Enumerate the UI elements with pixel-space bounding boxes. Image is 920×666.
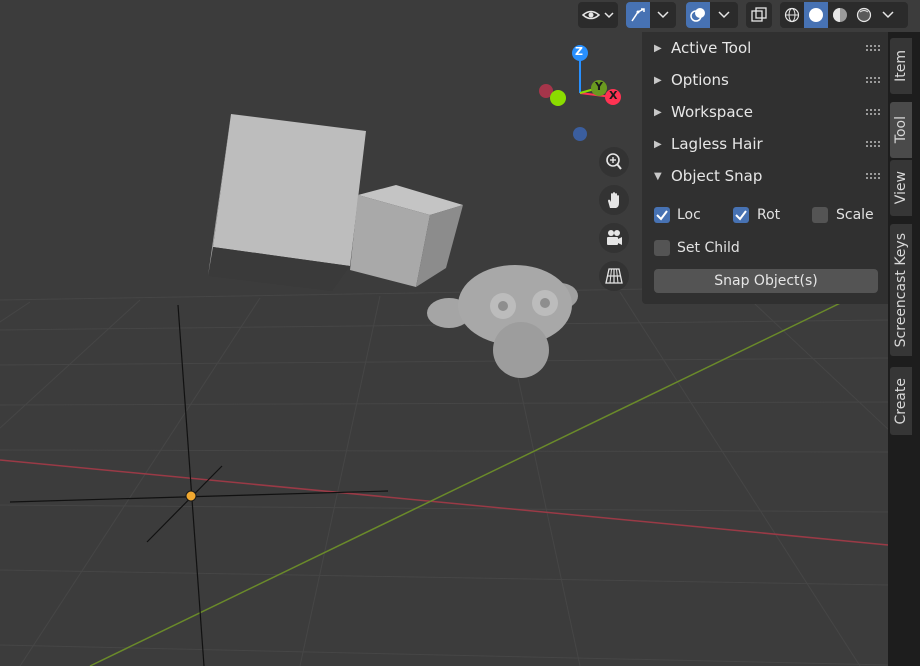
drag-grip-icon[interactable] [866, 139, 880, 149]
xray-toggle[interactable] [746, 2, 772, 28]
expanded-arrow-icon: ▼ [654, 170, 662, 182]
solid-sphere-icon [809, 8, 823, 22]
axis-label-z[interactable]: Z [575, 45, 583, 58]
camera-icon [607, 230, 622, 245]
rot-label[interactable]: Rot [757, 207, 780, 223]
material-sphere-icon [833, 8, 847, 22]
axis-label-x[interactable]: X [609, 89, 617, 102]
shading-material-button[interactable] [828, 2, 852, 28]
tab-tool[interactable]: Tool [890, 102, 912, 158]
panel-header-label: Options [671, 71, 729, 89]
checkmark-icon [656, 210, 668, 221]
collapsed-arrow-icon: ▶ [654, 42, 662, 54]
rot-checkbox[interactable] [733, 207, 749, 223]
panel-header-options[interactable]: ▶ Options [642, 64, 888, 96]
overlay-icon [690, 8, 705, 22]
zoom-button[interactable] [599, 147, 629, 177]
loc-checkbox[interactable] [654, 207, 670, 223]
shading-mode-group [780, 2, 908, 28]
gizmo-icon [631, 8, 645, 22]
large-cube [208, 114, 366, 291]
collapsed-arrow-icon: ▶ [654, 74, 662, 86]
sidebar-panel: ▶ Active Tool ▶ Options ▶ Workspace ▶ La… [642, 32, 888, 304]
drag-grip-icon[interactable] [866, 43, 880, 53]
panel-header-label: Lagless Hair [671, 135, 763, 153]
set-child-checkbox[interactable] [654, 240, 670, 256]
panel-header-label: Active Tool [671, 39, 752, 57]
loc-label[interactable]: Loc [677, 207, 701, 223]
panel-header-workspace[interactable]: ▶ Workspace [642, 96, 888, 128]
panel-header-lagless-hair[interactable]: ▶ Lagless Hair [642, 128, 888, 160]
chevron-down-icon [882, 11, 894, 19]
shading-rendered-button[interactable] [852, 2, 876, 28]
shading-solid-button[interactable] [804, 2, 828, 28]
sidebar-tabs: Item Tool View Screencast Keys Create [888, 32, 920, 666]
overlay-dropdown[interactable] [710, 2, 738, 28]
panel-header-label: Workspace [671, 103, 753, 121]
snap-objects-button[interactable]: Snap Object(s) [654, 269, 878, 293]
scale-label[interactable]: Scale [836, 207, 874, 223]
checkmark-icon [735, 210, 747, 221]
axis-label-y[interactable]: Y [595, 80, 603, 93]
scale-checkbox[interactable] [812, 207, 828, 223]
shading-wireframe-button[interactable] [780, 2, 804, 28]
panel-header-active-tool[interactable]: ▶ Active Tool [642, 32, 888, 64]
panel-header-object-snap[interactable]: ▼ Object Snap [642, 160, 888, 192]
overlay-toggle[interactable] [686, 2, 710, 28]
tab-create[interactable]: Create [890, 367, 912, 435]
chevron-down-icon [718, 11, 730, 19]
gizmo-dropdown[interactable] [650, 2, 676, 28]
camera-view-button[interactable] [599, 223, 629, 253]
xray-icon [751, 7, 767, 22]
visibility-dropdown[interactable] [578, 2, 618, 28]
rendered-sphere-icon [856, 7, 872, 23]
panel-header-label: Object Snap [671, 167, 763, 185]
grid-icon [605, 268, 623, 284]
drag-grip-icon[interactable] [866, 75, 880, 85]
hand-icon [608, 192, 619, 208]
collapsed-arrow-icon: ▶ [654, 138, 662, 150]
3d-cursor-origin [185, 490, 197, 502]
zoom-icon [606, 153, 622, 170]
gizmo-toggle[interactable] [626, 2, 650, 28]
drag-grip-icon[interactable] [866, 171, 880, 181]
tab-screencast-keys[interactable]: Screencast Keys [890, 224, 912, 356]
wireframe-sphere-icon [784, 7, 800, 23]
pan-button[interactable] [599, 185, 629, 215]
tab-view[interactable]: View [890, 160, 912, 216]
floor-grid [0, 284, 920, 666]
shading-dropdown[interactable] [876, 2, 900, 28]
collapsed-arrow-icon: ▶ [654, 106, 662, 118]
chevron-down-icon [657, 11, 669, 19]
set-child-label[interactable]: Set Child [677, 240, 740, 256]
perspective-toggle-button[interactable] [599, 261, 629, 291]
drag-grip-icon[interactable] [866, 107, 880, 117]
3d-cursor-empty [9, 304, 389, 666]
eye-icon [581, 10, 614, 20]
small-cube [350, 185, 463, 287]
tab-item[interactable]: Item [890, 38, 912, 94]
